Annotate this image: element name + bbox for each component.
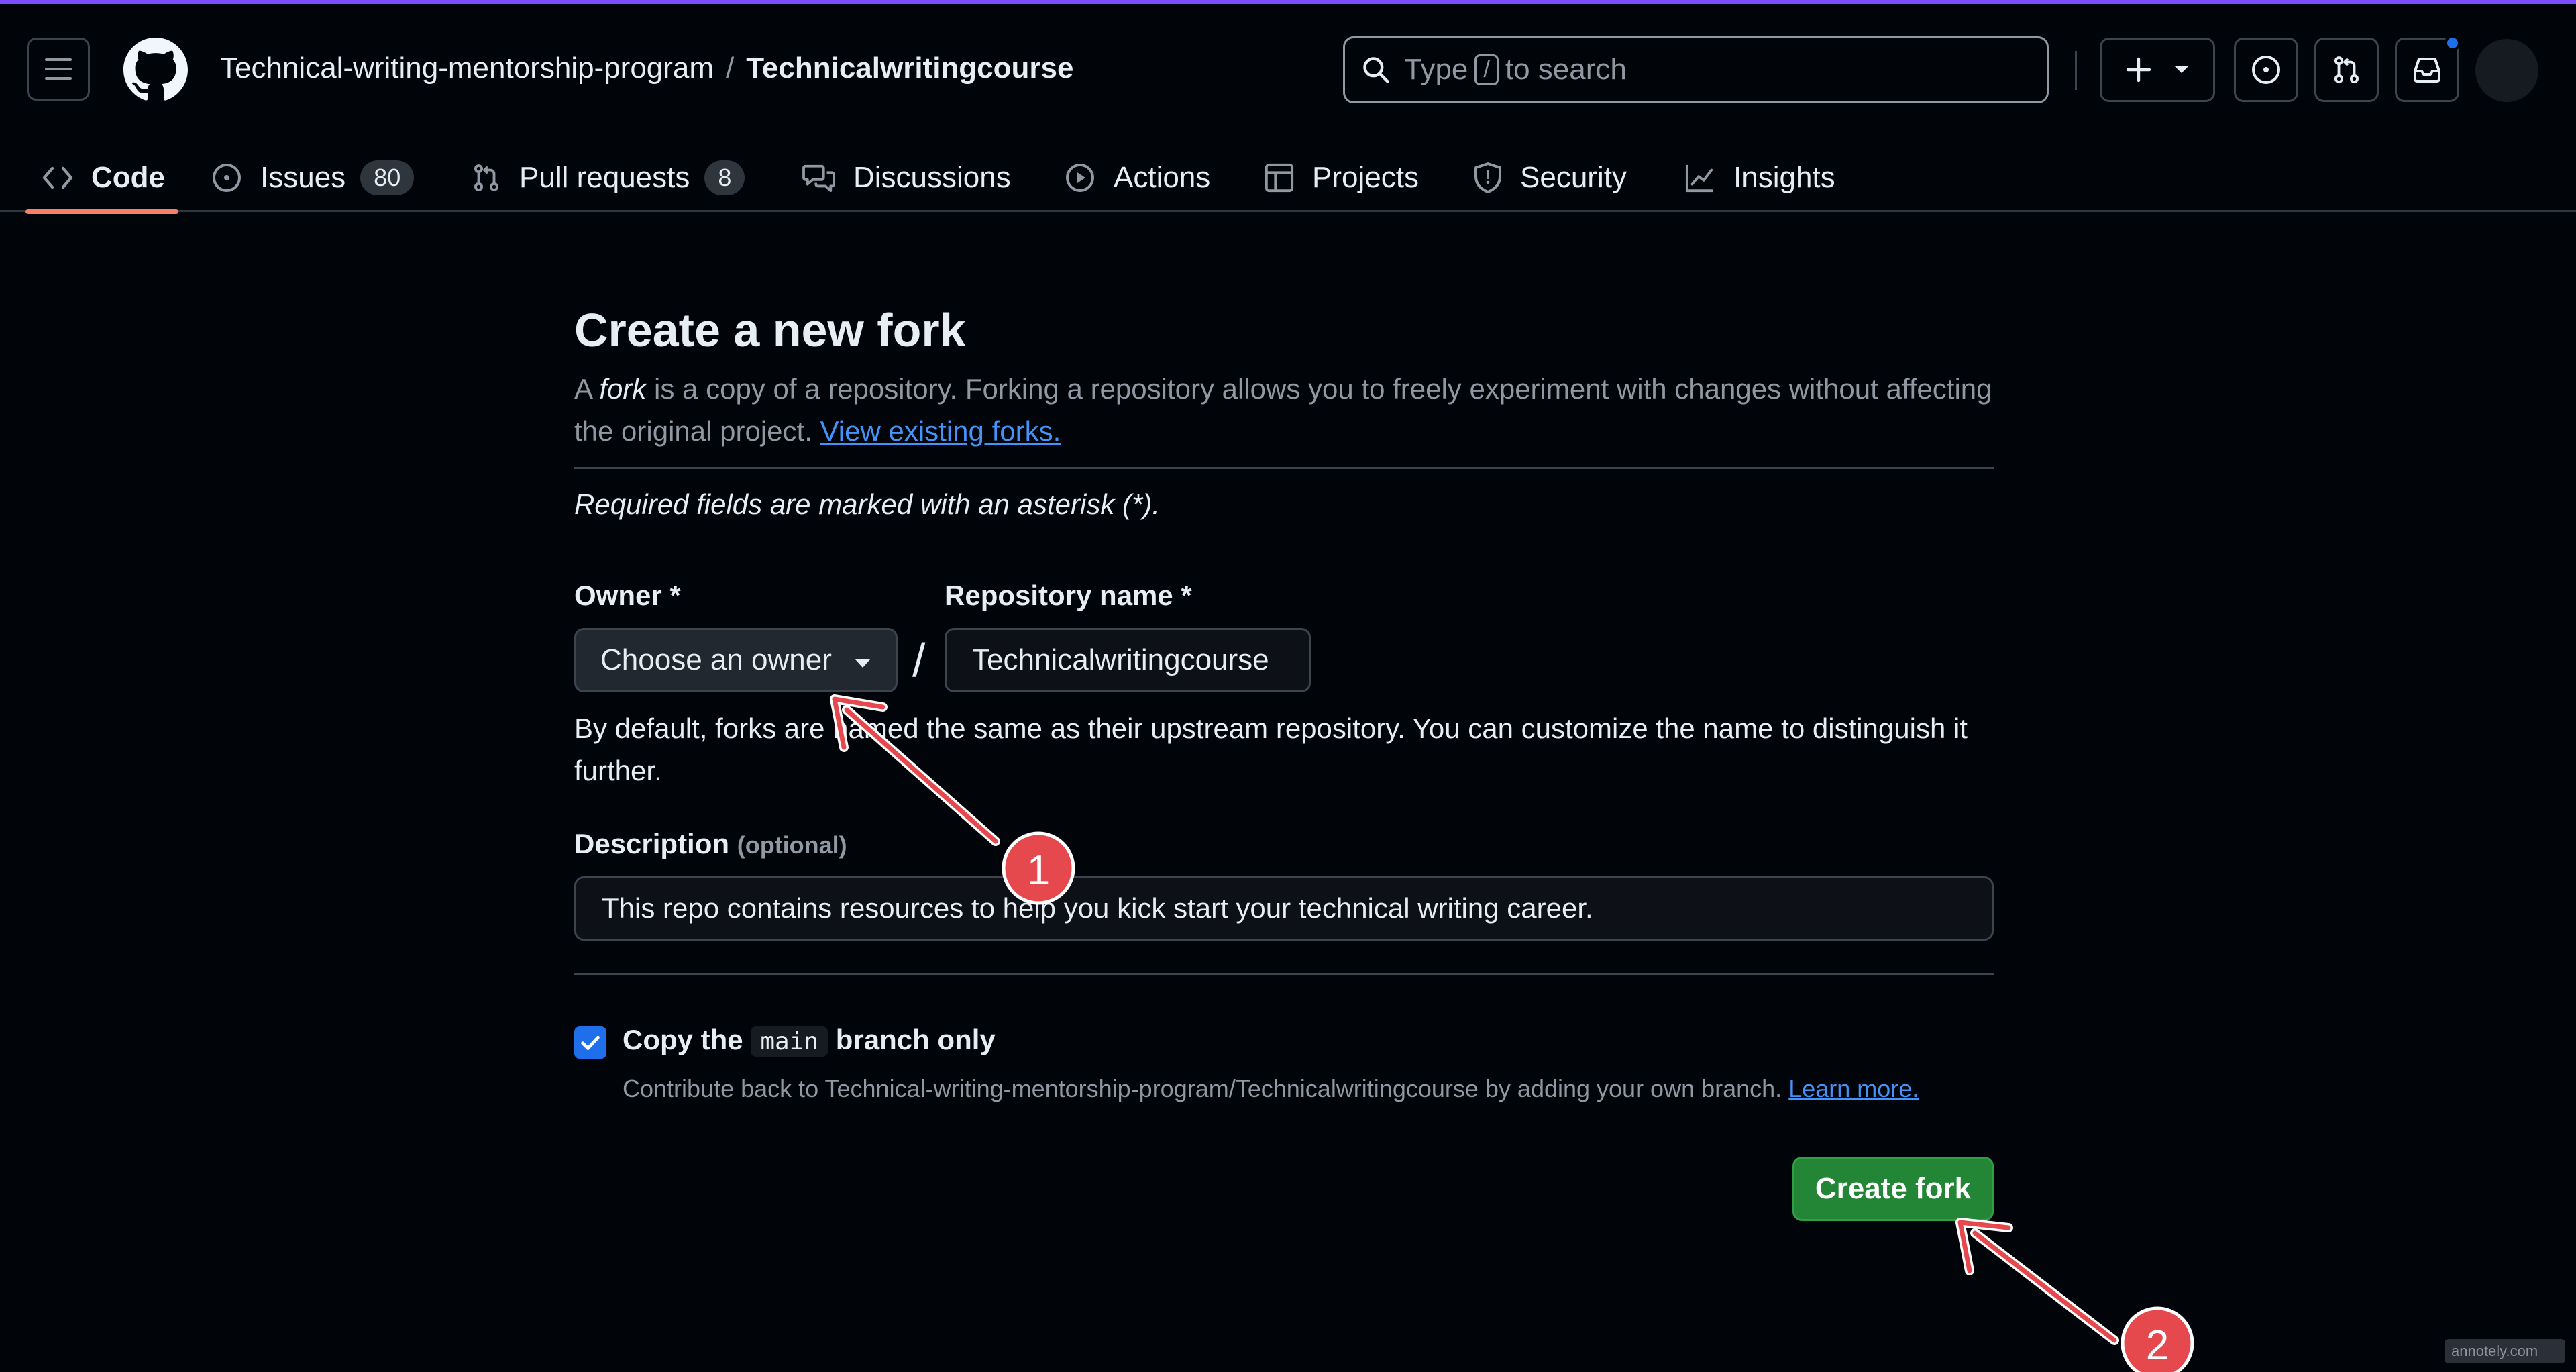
play-icon	[1066, 164, 1094, 192]
owner-repo-separator: /	[912, 634, 926, 686]
owner-select-value: Choose an owner	[600, 643, 832, 676]
divider	[574, 973, 1994, 975]
description-input[interactable]: This repo contains resources to help you…	[574, 876, 1994, 941]
tab-security[interactable]: Security	[1473, 142, 1627, 213]
fork-description: A fork is a copy of a repository. Forkin…	[574, 368, 1994, 452]
breadcrumb-separator: /	[726, 52, 735, 85]
annotation-badge-2: 2	[2121, 1306, 2194, 1372]
create-fork-button[interactable]: Create fork	[1792, 1157, 1994, 1221]
search-placeholder-suffix: to search	[1505, 53, 1627, 86]
repository-name-input[interactable]: Technicalwritingcourse	[945, 628, 1311, 692]
inbox-icon	[2414, 58, 2440, 83]
issues-count-badge: 80	[360, 160, 415, 195]
tab-discussions-label: Discussions	[853, 161, 1011, 194]
issue-opened-icon	[2252, 56, 2280, 84]
issues-button[interactable]	[2234, 38, 2298, 102]
owner-select[interactable]: Choose an owner	[574, 628, 898, 692]
triangle-down-icon	[855, 659, 870, 668]
menu-button[interactable]	[27, 38, 90, 101]
tab-code[interactable]: Code	[42, 142, 165, 213]
tab-pull-requests[interactable]: Pull requests 8	[471, 142, 745, 213]
lead-emphasis: fork	[599, 373, 647, 405]
tab-insights[interactable]: Insights	[1684, 142, 1835, 213]
repository-name-value: Technicalwritingcourse	[972, 643, 1269, 676]
watermark: annotely.com	[2445, 1339, 2565, 1363]
owner-label: Owner *	[574, 580, 681, 611]
git-pull-request-icon	[2334, 56, 2359, 83]
annotation-arrow-2	[1955, 1218, 2119, 1345]
description-label-text: Description	[574, 828, 730, 859]
tab-code-label: Code	[91, 161, 165, 194]
tab-projects-label: Projects	[1312, 161, 1419, 194]
comment-discussion-icon	[802, 164, 835, 193]
lead-text-2: is a copy of a repository. Forking a rep…	[574, 373, 1992, 447]
search-input[interactable]: Type / to search	[1343, 36, 2049, 103]
active-tab-indicator	[25, 209, 178, 214]
code-icon	[42, 166, 73, 189]
learn-more-link[interactable]: Learn more.	[1788, 1075, 1919, 1102]
repo-header: Technical-writing-mentorship-program / Tec…	[0, 4, 2576, 214]
tab-actions-label: Actions	[1114, 161, 1211, 194]
copy-branch-help-text: Contribute back to Technical-writing-men…	[623, 1075, 1789, 1102]
tab-pull-requests-label: Pull requests	[519, 161, 690, 194]
annotation-number-2: 2	[2146, 1322, 2169, 1369]
description-label: Description (optional)	[574, 828, 847, 860]
tab-issues[interactable]: Issues 80	[211, 142, 415, 213]
shield-icon	[1474, 162, 1501, 193]
create-new-button[interactable]	[2100, 38, 2215, 102]
issue-opened-icon	[213, 164, 241, 192]
copy-main-branch-checkbox[interactable]	[574, 1026, 606, 1059]
breadcrumb: Technical-writing-mentorship-program / Tec…	[220, 48, 1073, 89]
check-icon	[581, 1035, 600, 1050]
notification-dot	[2445, 35, 2461, 51]
graph-icon	[1685, 164, 1713, 193]
hamburger-icon	[45, 58, 72, 80]
search-placeholder-prefix: Type	[1404, 53, 1468, 86]
copy-branch-label[interactable]: Copy the main branch only	[623, 1024, 996, 1057]
breadcrumb-repo[interactable]: Technicalwritingcourse	[746, 52, 1073, 85]
pull-requests-button[interactable]	[2314, 38, 2379, 102]
plus-icon	[2126, 57, 2151, 83]
tab-discussions[interactable]: Discussions	[802, 142, 1011, 213]
tab-issues-label: Issues	[260, 161, 346, 194]
tab-actions[interactable]: Actions	[1064, 142, 1210, 213]
avatar[interactable]	[2475, 39, 2538, 102]
breadcrumb-org[interactable]: Technical-writing-mentorship-program	[220, 52, 714, 85]
branch-name-code: main	[751, 1026, 828, 1057]
page-title: Create a new fork	[574, 304, 966, 356]
table-icon	[1265, 163, 1294, 193]
pull-requests-count-badge: 8	[704, 160, 745, 195]
copy-branch-suffix: branch only	[835, 1024, 996, 1055]
git-pull-request-icon	[474, 164, 499, 191]
search-icon	[1363, 57, 1389, 83]
repository-name-label: Repository name *	[945, 580, 1192, 611]
header-divider	[2075, 51, 2077, 90]
tab-projects[interactable]: Projects	[1264, 142, 1419, 213]
tab-insights-label: Insights	[1733, 161, 1835, 194]
copy-branch-help: Contribute back to Technical-writing-men…	[623, 1071, 1998, 1107]
required-fields-note: Required fields are marked with an aster…	[574, 488, 1161, 520]
description-value: This repo contains resources to help you…	[602, 892, 1593, 924]
view-existing-forks-link[interactable]: View existing forks.	[820, 415, 1061, 447]
search-shortcut-key: /	[1474, 54, 1499, 85]
optional-tag: (optional)	[737, 831, 847, 859]
divider	[574, 467, 1994, 469]
lead-text-1: A	[574, 373, 600, 405]
triangle-down-icon	[2175, 66, 2188, 73]
repo-tabs: Code Issues 80 Pull requests 8 Discussio…	[0, 142, 2576, 213]
fork-name-hint: By default, forks are named the same as …	[574, 713, 1968, 786]
tab-security-label: Security	[1520, 161, 1627, 194]
watermark-text: annotely.com	[2451, 1342, 2538, 1359]
github-logo-icon[interactable]	[123, 38, 188, 102]
copy-branch-prefix: Copy the	[623, 1024, 743, 1055]
